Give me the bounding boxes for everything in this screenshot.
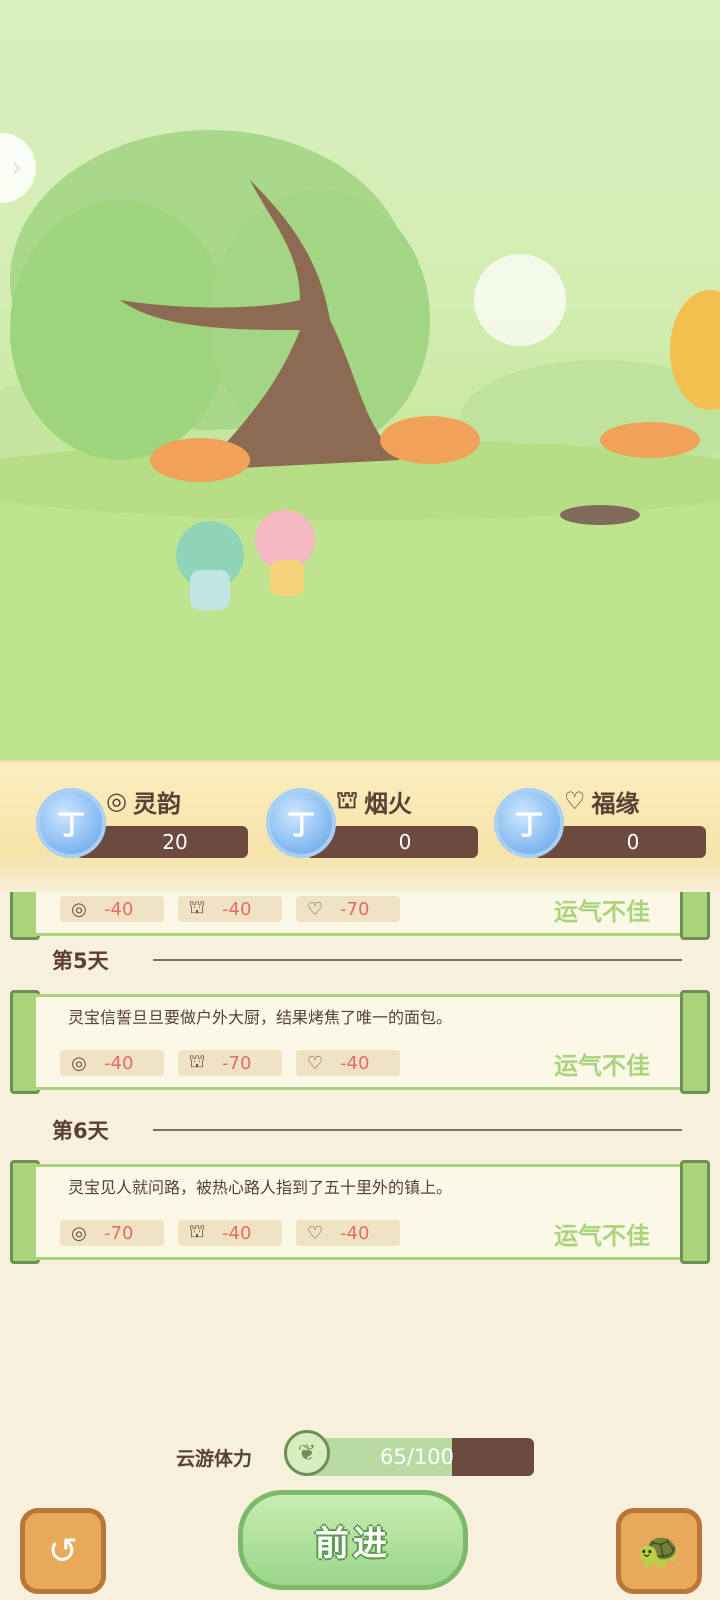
scene-art (0, 130, 720, 760)
yanhuo-chip: ⛫ -40 (178, 1220, 282, 1246)
heart-icon: ♡ (306, 898, 324, 920)
turtle-button[interactable]: 🐢 (616, 1508, 702, 1594)
coin-icon[interactable]: 丁 (36, 788, 106, 858)
heart-icon: ♡ (564, 787, 586, 815)
fuyuan-chip: ♡ -40 (296, 1050, 400, 1076)
stat-yanhuo: 丁 ⛫ 烟火 0 (266, 782, 478, 862)
back-button[interactable]: ↺ (20, 1508, 106, 1594)
linyun-chip: ◎ -70 (60, 1220, 164, 1246)
stat-linyun: 丁 ◎ 灵韵 20 (36, 782, 248, 862)
heart-icon: ♡ (306, 1222, 324, 1244)
mushroom-icon: ⛫ (188, 897, 206, 918)
luck-label: 运气不佳 (554, 1222, 650, 1250)
yanhuo-chip: ⛫ -40 (178, 896, 282, 922)
mushroom-icon: ⛫ (188, 1051, 206, 1072)
adventure-log[interactable]: ◎ -40 ⛫ -40 ♡ -70 运气不佳 第5天 灵宝信誓旦旦要做户外大厨，结果烤… (0, 892, 720, 1312)
stat-fuyuan: 丁 ♡ 福缘 0 (494, 782, 706, 862)
stat-label: 烟火 (364, 789, 413, 818)
spiral-icon: ◎ (71, 1222, 87, 1244)
divider (152, 959, 682, 961)
mushroom-icon: ⛫ (188, 1221, 206, 1242)
energy-label: 云游体力 (176, 1448, 253, 1470)
day-header: 第5天 (52, 942, 682, 978)
mushroom-icon: ⛫ (336, 785, 359, 814)
log-entry: 灵宝见人就问路，被热心路人指到了五十里外的镇上。 ◎ -70 ⛫ -40 ♡ -40 … (10, 1160, 710, 1264)
linyun-chip: ◎ -40 (60, 1050, 164, 1076)
fuyuan-chip: ♡ -40 (296, 1220, 400, 1246)
day-header: 第6天 (52, 1112, 682, 1148)
linyun-chip: ◎ -40 (60, 896, 164, 922)
spiral-icon: ◎ (71, 898, 87, 920)
turtle-icon: 🐢 (636, 1531, 682, 1572)
go-forward-button[interactable]: 前进 (238, 1490, 468, 1590)
stat-label: 灵韵 (132, 789, 181, 818)
energy-bar: 65/100 (300, 1438, 534, 1476)
heart-icon: ♡ (306, 1052, 324, 1074)
leaf-icon: ❦ (284, 1430, 330, 1476)
swirl-icon: ↺ (47, 1530, 79, 1572)
coin-icon[interactable]: 丁 (266, 788, 336, 858)
energy-value: 65/100 (380, 1445, 454, 1469)
spiral-icon: ◎ (106, 787, 127, 815)
yanhuo-chip: ⛫ -70 (178, 1050, 282, 1076)
coin-icon[interactable]: 丁 (494, 788, 564, 858)
stats-bar: 丁 ◎ 灵韵 20 丁 ⛫ 烟火 0 丁 ♡ 福缘 0 (0, 760, 720, 892)
scene-illustration: › (0, 0, 720, 760)
log-entry: 灵宝信誓旦旦要做户外大厨，结果烤焦了唯一的面包。 ◎ -40 ⛫ -70 ♡ -40 … (10, 990, 710, 1094)
log-entry-partial: ◎ -40 ⛫ -40 ♡ -70 运气不佳 (10, 892, 710, 940)
luck-label: 运气不佳 (554, 898, 650, 926)
spiral-icon: ◎ (71, 1052, 87, 1074)
stat-label: 福缘 (591, 789, 640, 818)
divider (152, 1129, 682, 1131)
log-text: 灵宝见人就问路，被热心路人指到了五十里外的镇上。 (68, 1178, 453, 1197)
luck-label: 运气不佳 (554, 1052, 650, 1080)
fuyuan-chip: ♡ -70 (296, 896, 400, 922)
log-text: 灵宝信誓旦旦要做户外大厨，结果烤焦了唯一的面包。 (68, 1008, 453, 1027)
